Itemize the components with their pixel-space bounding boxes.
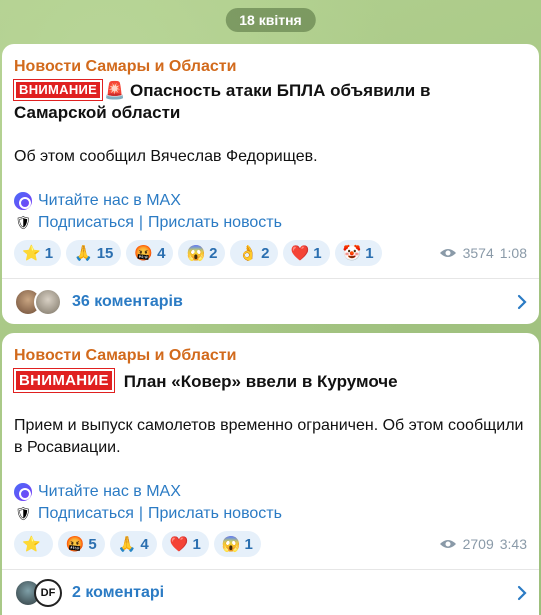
message-headline: ВНИМАНИЕ План «Ковер» ввели в Курумоче — [13, 368, 527, 393]
coat-of-arms-icon: 🛡 — [14, 506, 32, 521]
warning-tag: ВНИМАНИЕ — [12, 79, 104, 101]
message-links: Читайте нас в MAX 🛡 Подписаться | Прислать… — [14, 190, 527, 234]
message-bubble[interactable]: Новости Самары и Области ВНИМАНИЕ План «К… — [2, 333, 539, 615]
send-news-link[interactable]: Прислать новость — [148, 505, 282, 522]
send-news-link[interactable]: Прислать новость — [148, 214, 282, 231]
link-separator: | — [138, 505, 144, 522]
reaction-scream[interactable]: 😱 2 — [178, 240, 226, 266]
message-bubble[interactable]: Новости Самары и Области ВНИМАНИЕ 🚨 Опасн… — [2, 44, 539, 324]
reaction-heart[interactable]: ❤️ 1 — [161, 531, 209, 557]
angry-face-icon: 🤬 — [65, 536, 85, 553]
heart-icon: ❤️ — [290, 245, 310, 262]
avatar — [34, 287, 62, 316]
eye-icon — [439, 249, 456, 257]
pray-icon: 🙏 — [74, 245, 93, 262]
angry-face-icon: 🤬 — [134, 245, 154, 262]
avatar: DF — [34, 578, 62, 607]
reaction-scream[interactable]: 😱 1 — [213, 531, 261, 557]
reaction-heart[interactable]: ❤️ 1 — [282, 240, 330, 266]
clown-icon: 🤡 — [342, 245, 362, 262]
reaction-angry[interactable]: 🤬 5 — [57, 531, 105, 557]
reaction-ok[interactable]: 👌 2 — [230, 240, 278, 266]
reactions-row: ⭐ 🤬 5 🙏 4 ❤️ 1 😱 1 2709 3:43 — [14, 531, 527, 557]
star-icon: ⭐ — [22, 245, 41, 262]
eye-icon — [439, 540, 456, 548]
link-separator: | — [138, 214, 144, 231]
reaction-clown[interactable]: 🤡 1 — [334, 240, 382, 266]
message-time: 1:08 — [499, 245, 527, 261]
headline-text: План «Ковер» ввели в Курумоче — [123, 372, 398, 391]
max-link[interactable]: Читайте нас в MAX — [38, 481, 181, 503]
comments-button[interactable]: DF 2 коментарі — [2, 569, 539, 615]
message-meta: 2709 3:43 — [439, 536, 527, 552]
comments-count: 2 коментарі — [72, 583, 165, 601]
ok-hand-icon: 👌 — [238, 245, 258, 262]
reaction-angry[interactable]: 🤬 4 — [126, 240, 174, 266]
comments-count: 36 коментарів — [72, 292, 183, 310]
star-icon: ⭐ — [22, 536, 41, 553]
message-time: 3:43 — [499, 536, 527, 552]
scream-face-icon: 😱 — [221, 536, 241, 553]
reaction-star[interactable]: ⭐ — [14, 531, 53, 557]
message-text: Прием и выпуск самолетов временно ограни… — [14, 417, 524, 456]
message-meta: 3574 1:08 — [439, 245, 527, 261]
comments-button[interactable]: 36 коментарів — [2, 278, 539, 324]
channel-name[interactable]: Новости Самары и Области — [14, 347, 527, 365]
scream-face-icon: 😱 — [186, 245, 206, 262]
heart-icon: ❤️ — [169, 536, 189, 553]
message-headline: ВНИМАНИЕ 🚨 Опасность атаки БПЛА объявили … — [12, 79, 527, 124]
siren-icon: 🚨 — [104, 81, 126, 100]
channel-name[interactable]: Новости Самары и Области — [14, 58, 527, 76]
chevron-right-icon — [517, 294, 527, 309]
reaction-star[interactable]: ⭐ 1 — [14, 240, 62, 266]
subscribe-link[interactable]: Подписаться — [38, 505, 134, 522]
reaction-pray[interactable]: 🙏 4 — [109, 531, 157, 557]
max-icon — [14, 483, 32, 501]
warning-tag: ВНИМАНИЕ — [13, 368, 115, 393]
max-link[interactable]: Читайте нас в MAX — [38, 190, 181, 212]
view-count: 2709 — [462, 536, 494, 552]
subscribe-link[interactable]: Подписаться — [38, 214, 134, 231]
coat-of-arms-icon: 🛡 — [14, 215, 32, 230]
pray-icon: 🙏 — [117, 536, 137, 553]
reactions-row: ⭐ 1 🙏 15 🤬 4 😱 2 👌 2 ❤️ 1 🤡 1 3574 1:08 — [14, 240, 527, 266]
max-icon — [14, 192, 32, 210]
message-text: Об этом сообщил Вячеслав Федорищев. — [14, 148, 318, 165]
reaction-pray[interactable]: 🙏 15 — [66, 240, 122, 266]
message-links: Читайте нас в MAX 🛡 Подписаться | Прислать… — [14, 481, 527, 525]
commenter-avatars — [14, 287, 62, 316]
chevron-right-icon — [517, 585, 527, 600]
view-count: 3574 — [462, 245, 494, 261]
date-separator: 18 квітня — [225, 8, 316, 32]
commenter-avatars: DF — [14, 578, 62, 607]
